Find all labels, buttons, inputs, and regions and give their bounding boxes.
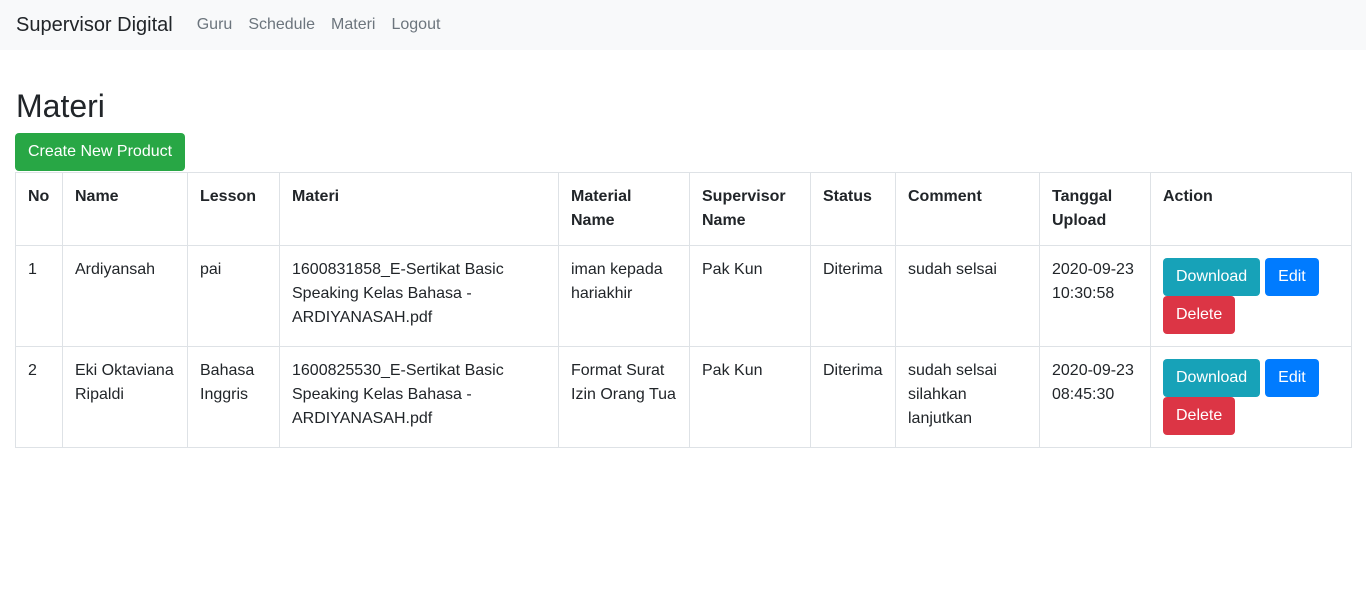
header-tanggal-upload: Tanggal Upload: [1039, 171, 1151, 246]
cell-no: 1: [15, 244, 63, 347]
table-header-row: No Name Lesson Materi Material Name Supe…: [15, 171, 1352, 246]
header-name: Name: [62, 171, 188, 246]
cell-actions: Download Edit Delete: [1150, 244, 1352, 347]
cell-tanggal: 2020-09-23 10:30:58: [1039, 244, 1151, 347]
header-action: Action: [1150, 171, 1352, 246]
cell-lesson: Bahasa Inggris: [187, 345, 280, 448]
cell-name: Eki Oktaviana Ripaldi: [62, 345, 188, 448]
header-lesson: Lesson: [187, 171, 280, 246]
create-new-product-button[interactable]: Create New Product: [15, 132, 186, 171]
cell-tanggal: 2020-09-23 08:45:30: [1039, 345, 1151, 448]
nav-link-materi[interactable]: Materi: [331, 16, 375, 34]
page-title: Materi: [16, 88, 105, 124]
nav-link-schedule[interactable]: Schedule: [248, 16, 315, 34]
header-no: No: [15, 171, 63, 246]
navbar: Supervisor Digital Guru Schedule Materi …: [0, 0, 1366, 50]
cell-lesson: pai: [187, 244, 280, 347]
table-row: 2 Eki Oktaviana Ripaldi Bahasa Inggris 1…: [15, 345, 1352, 448]
cell-comment: sudah selsai: [895, 244, 1040, 347]
header-material-name: Material Name: [558, 171, 690, 246]
cell-status: Diterima: [810, 244, 896, 347]
cell-status: Diterima: [810, 345, 896, 448]
cell-comment: sudah selsai silahkan lanjutkan: [895, 345, 1040, 448]
cell-name: Ardiyansah: [62, 244, 188, 347]
cell-no: 2: [15, 345, 63, 448]
cell-actions: Download Edit Delete: [1150, 345, 1352, 448]
delete-button[interactable]: Delete: [1163, 295, 1236, 334]
cell-material-name: iman kepada hariakhir: [558, 244, 690, 347]
materi-table: No Name Lesson Materi Material Name Supe…: [15, 171, 1352, 448]
header-materi: Materi: [279, 171, 559, 246]
header-supervisor-name: Supervisor Name: [689, 171, 811, 246]
main-content: Materi Create New Product No Name Lesson…: [0, 88, 1366, 448]
cell-materi: 1600831858_E-Sertikat Basic Speaking Kel…: [279, 244, 559, 347]
cell-supervisor: Pak Kun: [689, 345, 811, 448]
header-comment: Comment: [895, 171, 1040, 246]
navbar-brand[interactable]: Supervisor Digital: [16, 15, 173, 35]
header-status: Status: [810, 171, 896, 246]
download-button[interactable]: Download: [1163, 358, 1261, 397]
delete-button[interactable]: Delete: [1163, 396, 1236, 435]
cell-supervisor: Pak Kun: [689, 244, 811, 347]
nav-link-guru[interactable]: Guru: [197, 16, 233, 34]
cell-materi: 1600825530_E-Sertikat Basic Speaking Kel…: [279, 345, 559, 448]
nav-link-logout[interactable]: Logout: [391, 16, 440, 34]
edit-button[interactable]: Edit: [1265, 257, 1319, 296]
table-row: 1 Ardiyansah pai 1600831858_E-Sertikat B…: [15, 244, 1352, 347]
download-button[interactable]: Download: [1163, 257, 1261, 296]
edit-button[interactable]: Edit: [1265, 358, 1319, 397]
cell-material-name: Format Surat Izin Orang Tua: [558, 345, 690, 448]
